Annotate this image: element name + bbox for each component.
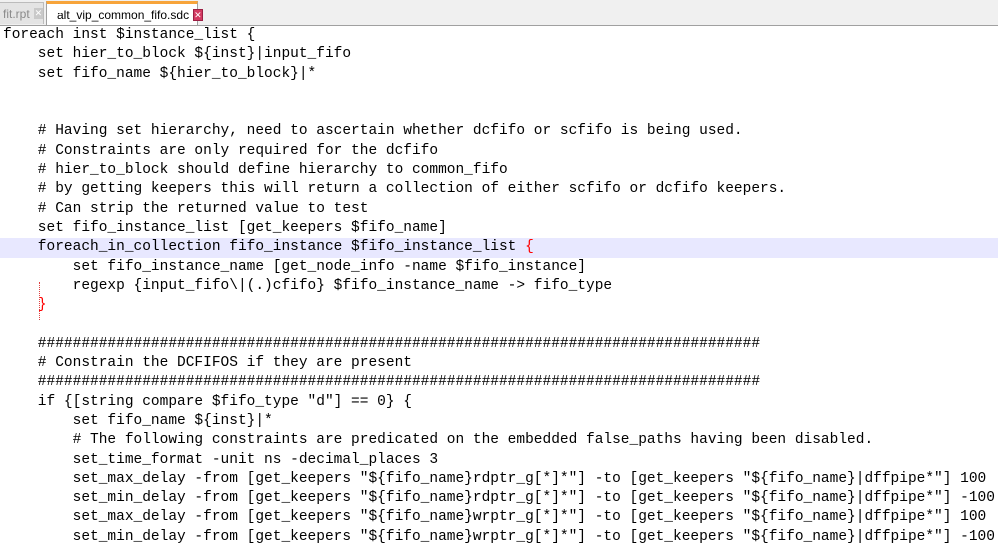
code-line: # Can strip the returned value to test [0,200,998,219]
code-text: # by getting keepers this will return a … [3,181,787,198]
code-line: # Constrain the DCFIFOS if they are pres… [0,354,998,373]
code-line: regexp {input_fifo\|(.)cfifo} $fifo_inst… [0,277,998,296]
code-text: set_max_delay -from [get_keepers "${fifo… [3,509,987,526]
fold-guide [39,282,40,320]
tab-fit-rpt[interactable]: fit.rpt ✕ [0,2,44,24]
code-line: set_min_delay -from [get_keepers "${fifo… [0,528,998,547]
code-line: foreach_in_collection fifo_instance $fif… [0,238,998,258]
close-icon[interactable]: ✕ [33,8,43,19]
tab-label: fit.rpt [3,6,30,21]
code-line: set fifo_name ${hier_to_block}|* [0,65,998,84]
code-line: set_min_delay -from [get_keepers "${fifo… [0,489,998,508]
code-text: # Can strip the returned value to test [3,200,369,217]
close-icon[interactable]: ✕ [193,8,203,21]
code-text: # Constraints are only required for the … [3,142,439,159]
code-line: # Having set hierarchy, need to ascertai… [0,122,998,141]
code-text: ########################################… [3,374,761,391]
code-line: foreach inst $instance_list { [0,26,998,45]
code-line: } [0,296,998,315]
code-text: set_time_format -unit ns -decimal_places… [3,451,439,468]
code-text: set_max_delay -from [get_keepers "${fifo… [3,470,987,487]
code-text: # Constrain the DCFIFOS if they are pres… [3,355,412,372]
code-line: set fifo_instance_list [get_keepers $fif… [0,219,998,238]
code-line: set fifo_name ${inst}|* [0,412,998,431]
code-line: set_time_format -unit ns -decimal_places… [0,451,998,470]
code-text: set_min_delay -from [get_keepers "${fifo… [3,528,995,545]
code-text: set fifo_name ${hier_to_block}|* [3,65,317,82]
code-text: foreach inst $instance_list { [3,27,256,43]
code-text: # hier_to_block should define hierarchy … [3,162,508,179]
code-line: # by getting keepers this will return a … [0,180,998,199]
matching-brace: { [525,239,534,256]
code-line: set_max_delay -from [get_keepers "${fifo… [0,508,998,527]
code-text: ########################################… [3,335,761,352]
code-line: ########################################… [0,373,998,392]
code-line: # Constraints are only required for the … [0,142,998,161]
tab-alt-vip-common-fifo-sdc[interactable]: alt_vip_common_fifo.sdc ✕ [46,1,203,25]
code-text: # Having set hierarchy, need to ascertai… [3,123,743,140]
tab-bar: fit.rpt ✕ alt_vip_common_fifo.sdc ✕ [0,0,998,26]
code-line: set fifo_instance_name [get_node_info -n… [0,258,998,277]
tab-label: alt_vip_common_fifo.sdc [57,7,190,22]
code-text: set hier_to_block ${inst}|input_fifo [3,46,352,63]
code-line: # The following constraints are predicat… [0,431,998,450]
code-text: set fifo_instance_list [get_keepers $fif… [3,219,447,236]
code-editor[interactable]: foreach inst $instance_list { set hier_t… [0,26,998,558]
code-text: regexp {input_fifo\|(.)cfifo} $fifo_inst… [3,277,613,294]
code-line: set_max_delay -from [get_keepers "${fifo… [0,470,998,489]
code-text: set fifo_instance_name [get_node_info -n… [3,258,586,275]
code-line: if {[string compare $fifo_type "d"] == 0… [0,393,998,412]
code-line: set hier_to_block ${inst}|input_fifo [0,45,998,64]
code-text: set_min_delay -from [get_keepers "${fifo… [3,490,995,507]
code-line: ########################################… [0,335,998,354]
code-text: set fifo_name ${inst}|* [3,412,273,429]
code-text: foreach_in_collection fifo_instance $fif… [3,239,526,256]
code-line: # hier_to_block should define hierarchy … [0,161,998,180]
code-text: if {[string compare $fifo_type "d"] == 0… [3,393,412,410]
code-text: # The following constraints are predicat… [3,432,874,449]
